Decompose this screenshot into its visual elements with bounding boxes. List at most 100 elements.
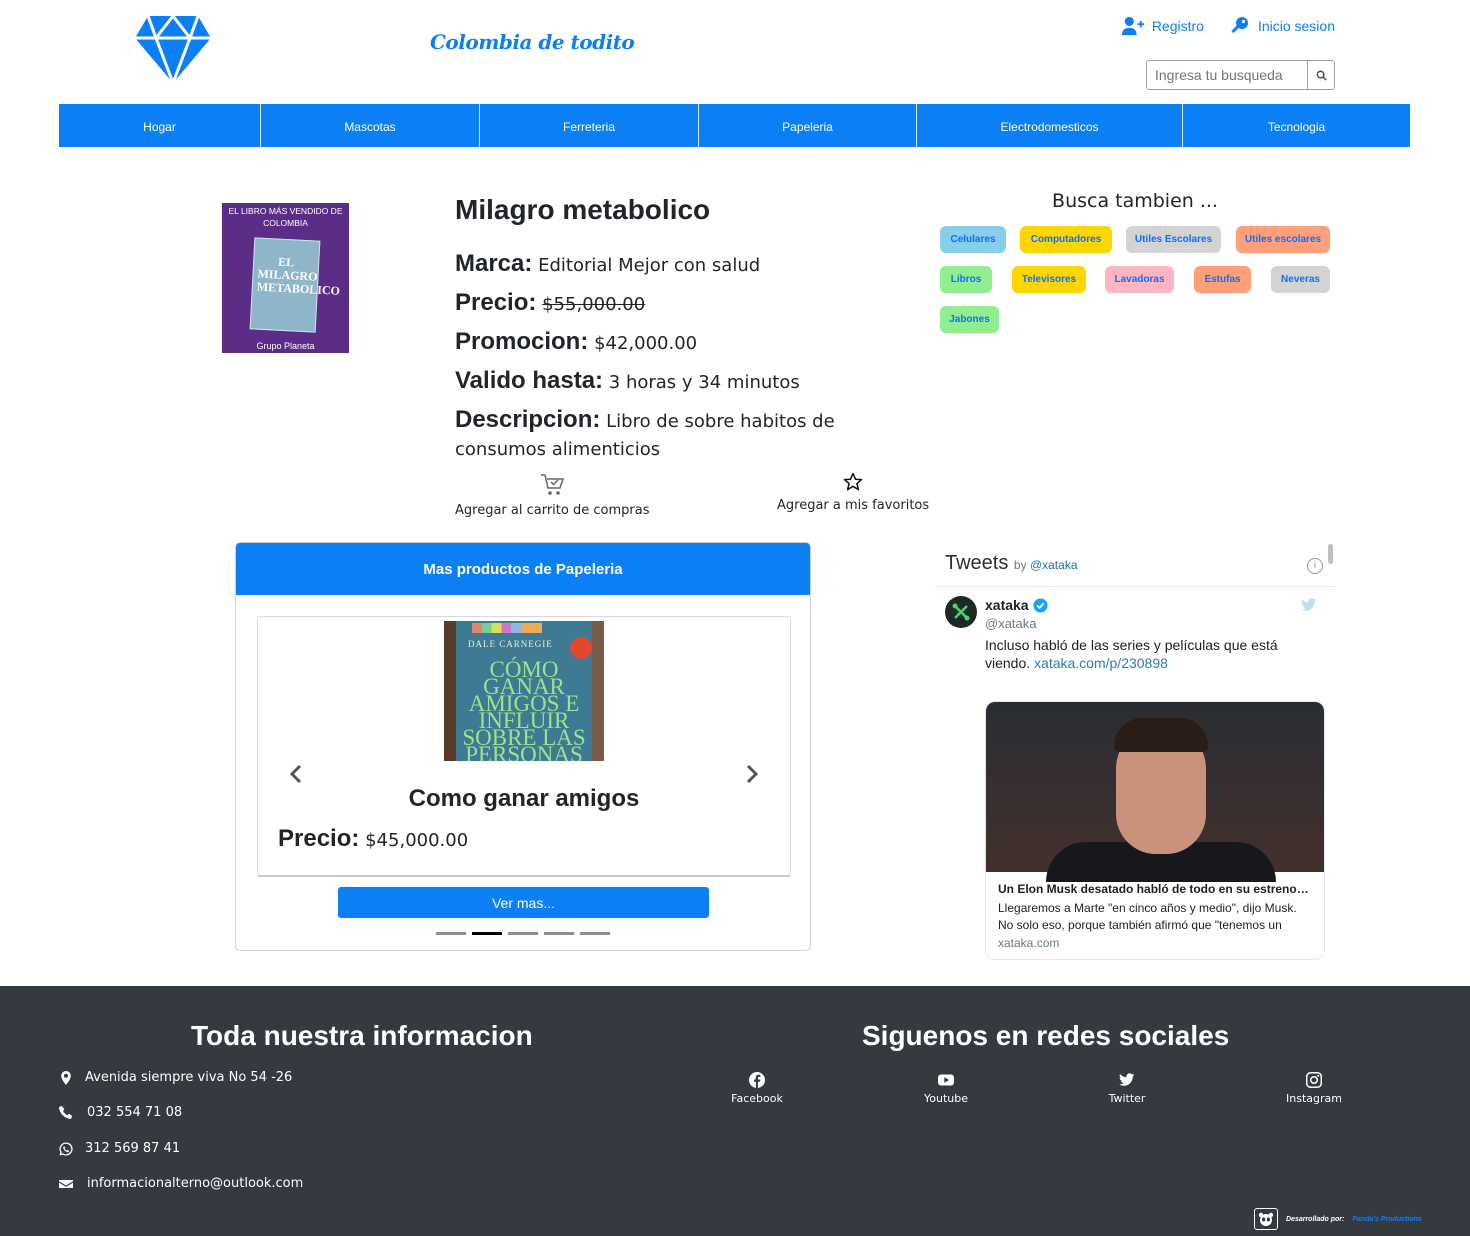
facebook-label: Facebook — [731, 1092, 783, 1105]
carousel-dot[interactable] — [544, 932, 574, 935]
search-input[interactable] — [1147, 61, 1307, 89]
timeline-title: Tweets — [945, 552, 1009, 574]
instagram-label: Instagram — [1286, 1092, 1342, 1105]
tag-utiles-escolares-1[interactable]: Utiles Escolares — [1126, 226, 1221, 253]
tag-libros[interactable]: Libros — [940, 266, 992, 293]
register-link[interactable]: Registro — [1121, 16, 1204, 36]
diamond-logo-icon[interactable] — [134, 13, 212, 88]
tag-jabones[interactable]: Jabones — [940, 306, 999, 333]
promo-price: $42,000.00 — [594, 333, 698, 354]
phone-icon — [59, 1105, 73, 1119]
youtube-link[interactable]: Youtube — [906, 1072, 986, 1105]
developer-label: Desarrollado por: — [1286, 1215, 1345, 1223]
tag-televisores[interactable]: Televisores — [1012, 266, 1086, 293]
promo-label: Promocion: — [455, 328, 589, 355]
login-label: Inicio sesion — [1257, 18, 1335, 34]
instagram-link[interactable]: Instagram — [1274, 1072, 1354, 1105]
slide-product-name: Como ganar amigos — [408, 785, 640, 812]
footer: Toda nuestra informacion Siguenos en red… — [0, 986, 1470, 1236]
nav-item-hogar[interactable]: Hogar — [59, 104, 261, 147]
slide-price-value: $45,000.00 — [365, 830, 469, 851]
youtube-label: Youtube — [924, 1092, 968, 1105]
star-icon — [843, 472, 863, 491]
twitter-link[interactable]: Twitter — [1087, 1072, 1167, 1105]
add-to-favorites-button[interactable]: Agregar a mis favoritos — [777, 472, 929, 513]
chevron-right-icon — [746, 764, 759, 784]
book-top-text: EL LIBRO MÁS VENDIDO DE COLOMBIA — [228, 206, 343, 228]
description-label: Descripcion: — [455, 406, 601, 433]
facebook-link[interactable]: Facebook — [717, 1072, 797, 1105]
tag-lavadoras[interactable]: Lavadoras — [1105, 266, 1174, 293]
search-bar — [1146, 60, 1335, 90]
brand-label: Marca: — [455, 250, 533, 277]
cart-check-icon — [541, 474, 565, 495]
price-row: Precio: $55,000.00 — [455, 289, 920, 319]
twitter-bird-icon[interactable] — [1301, 598, 1317, 617]
avatar[interactable] — [945, 596, 977, 628]
tag-utiles-escolares-2[interactable]: Utiles escolares — [1236, 226, 1330, 253]
carousel-next-button[interactable] — [740, 763, 762, 785]
valid-row: Valido hasta: 3 horas y 34 minutos — [455, 367, 920, 397]
twitter-timeline: Tweets by @xataka i xataka @xataka Inclu… — [935, 542, 1335, 962]
slide-price-label: Precio: — [278, 825, 360, 852]
carousel-dot[interactable] — [580, 932, 610, 935]
nav-item-papeleria[interactable]: Papeleria — [699, 104, 917, 147]
tag-computadores[interactable]: Computadores — [1020, 226, 1112, 253]
tweet-text: Incluso habló de las series y películas … — [985, 636, 1305, 672]
slide-product-image: DALE CARNEGIE CÓMO GANAR AMIGOS E INFLUI… — [444, 621, 604, 761]
tweet-link[interactable]: xataka.com/p/230898 — [1034, 655, 1168, 671]
tag-celulares[interactable]: Celulares — [940, 226, 1006, 253]
timeline-by: by — [1013, 558, 1027, 572]
related-title: Busca tambien ... — [1052, 190, 1218, 212]
whatsapp-text: 312 569 87 41 — [85, 1141, 181, 1156]
original-price: $55,000.00 — [542, 294, 646, 315]
timeline-handle-link[interactable]: @xataka — [1030, 558, 1078, 572]
footer-whatsapp: 312 569 87 41 — [59, 1141, 180, 1156]
tweet-author[interactable]: xataka — [985, 597, 1048, 613]
timeline-scrollbar[interactable] — [1328, 544, 1333, 564]
carousel-dot[interactable] — [508, 932, 538, 935]
book-cover-title: EL MILAGRO METABOLICO — [256, 254, 341, 298]
add-to-cart-button[interactable]: Agregar al carrito de compras — [455, 471, 649, 518]
youtube-icon — [938, 1074, 954, 1086]
description-row: Descripcion: Libro de sobre habitos de c… — [455, 406, 920, 464]
search-button[interactable] — [1307, 61, 1334, 89]
valid-label: Valido hasta: — [455, 367, 604, 394]
category-nav: Hogar Mascotas Ferreteria Papeleria Elec… — [59, 104, 1410, 147]
footer-phone: 032 554 71 08 — [59, 1105, 182, 1120]
see-more-button[interactable]: Ver mas... — [338, 887, 709, 918]
developer-credit: Desarrollado por: Panda's Productions — [1254, 1208, 1422, 1230]
xataka-logo-icon — [952, 603, 970, 621]
info-icon[interactable]: i — [1307, 558, 1323, 574]
nav-item-tecnologia[interactable]: Tecnologia — [1183, 104, 1410, 147]
twitter-label: Twitter — [1108, 1092, 1146, 1105]
book-cover: EL MILAGRO METABOLICO — [249, 237, 341, 333]
nav-item-mascotas[interactable]: Mascotas — [261, 104, 480, 147]
tweet-link-card[interactable]: Un Elon Musk desatado habló de todo en s… — [985, 701, 1325, 960]
product-title: Milagro metabolico — [455, 194, 711, 225]
footer-info-title: Toda nuestra informacion — [191, 1020, 533, 1051]
tweet-author-name: xataka — [985, 597, 1029, 613]
brand-name[interactable]: Colombia de todito — [430, 30, 635, 54]
carousel-dot-active[interactable] — [472, 932, 502, 935]
card-description: Llegaremos a Marte "en cinco años y medi… — [998, 901, 1297, 932]
panda-icon — [1254, 1208, 1278, 1230]
slide-product-price: Precio: $45,000.00 — [278, 825, 468, 853]
nav-item-ferreteria[interactable]: Ferreteria — [480, 104, 699, 147]
facebook-icon — [749, 1072, 765, 1088]
tag-estufas[interactable]: Estufas — [1194, 266, 1251, 293]
search-icon — [1316, 70, 1327, 81]
nav-item-electrodomesticos[interactable]: Electrodomesticos — [917, 104, 1183, 147]
tag-neveras[interactable]: Neveras — [1271, 266, 1330, 293]
developer-name[interactable]: Panda's Productions — [1352, 1216, 1421, 1223]
brand-row: Marca: Editorial Mejor con salud — [455, 250, 920, 280]
carousel-prev-button[interactable] — [286, 763, 308, 785]
more-products-title: Mas productos de Papeleria — [236, 543, 810, 595]
envelope-icon — [59, 1179, 73, 1188]
price-label: Precio: — [455, 289, 537, 316]
timeline-header: Tweets by @xataka — [945, 552, 1078, 575]
add-to-favorites-label: Agregar a mis favoritos — [777, 498, 930, 513]
tweet-handle[interactable]: @xataka — [985, 616, 1037, 631]
carousel-dot[interactable] — [436, 932, 466, 935]
login-link[interactable]: Inicio sesion — [1228, 16, 1335, 36]
